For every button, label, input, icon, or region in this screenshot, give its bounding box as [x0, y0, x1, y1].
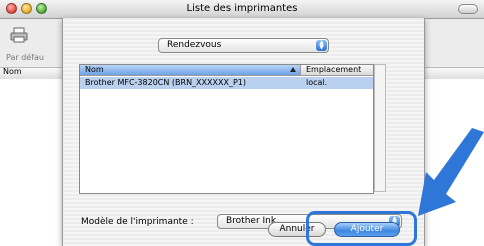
title-bar[interactable]: Liste des imprimantes	[0, 0, 484, 19]
toolbar-toggle-button[interactable]	[458, 4, 478, 14]
window-title: Liste des imprimantes	[186, 3, 298, 14]
column-header-nom[interactable]: Nom	[3, 67, 22, 76]
default-button-label[interactable]: Par défau	[6, 53, 44, 62]
popup-arrows-icon: ▲▼	[316, 40, 327, 51]
toolbar: Par défau	[0, 19, 60, 67]
printer-table: Nom Emplacement Brother MFC-3820CN (BRN_…	[79, 64, 374, 194]
callout-highlight	[306, 211, 417, 246]
column-header-location[interactable]: Emplacement	[306, 65, 361, 75]
browser-popup-value: Rendezvous	[167, 40, 222, 50]
printer-name-cell: Brother MFC-3820CN (BRN_XXXXXX_P1)	[85, 78, 246, 87]
table-scrollbar[interactable]	[374, 64, 386, 192]
printer-location-cell: local.	[306, 78, 328, 87]
printer-model-label: Modèle de l'imprimante :	[81, 217, 194, 227]
browser-popup[interactable]: Rendezvous ▲ ▼	[158, 38, 329, 53]
callout-arrow-icon	[418, 128, 484, 216]
column-header-name[interactable]: Nom	[80, 65, 301, 75]
printer-icon[interactable]	[10, 27, 28, 43]
sort-ascending-icon	[290, 67, 296, 72]
table-row[interactable]: Brother MFC-3820CN (BRN_XXXXXX_P1) local…	[80, 77, 373, 89]
column-header-name-label: Nom	[85, 65, 104, 74]
table-header: Nom Emplacement	[80, 65, 373, 76]
